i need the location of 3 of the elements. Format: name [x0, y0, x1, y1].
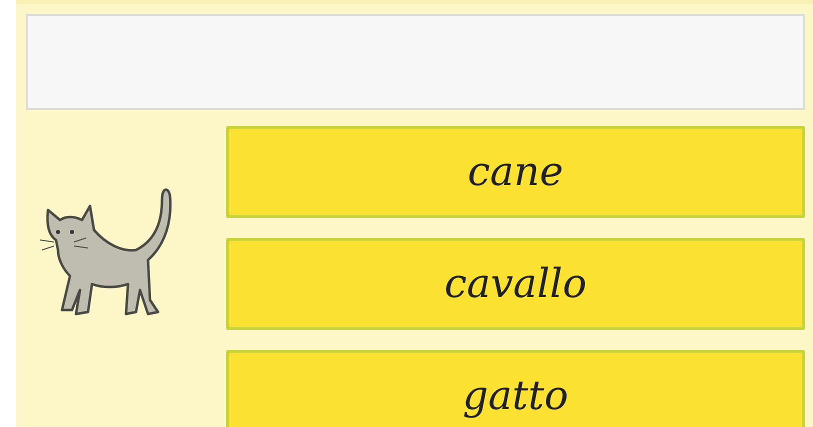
answer-option[interactable]: cane	[226, 126, 805, 218]
answer-option[interactable]: cavallo	[226, 238, 805, 330]
answer-option[interactable]: gatto	[226, 350, 805, 427]
